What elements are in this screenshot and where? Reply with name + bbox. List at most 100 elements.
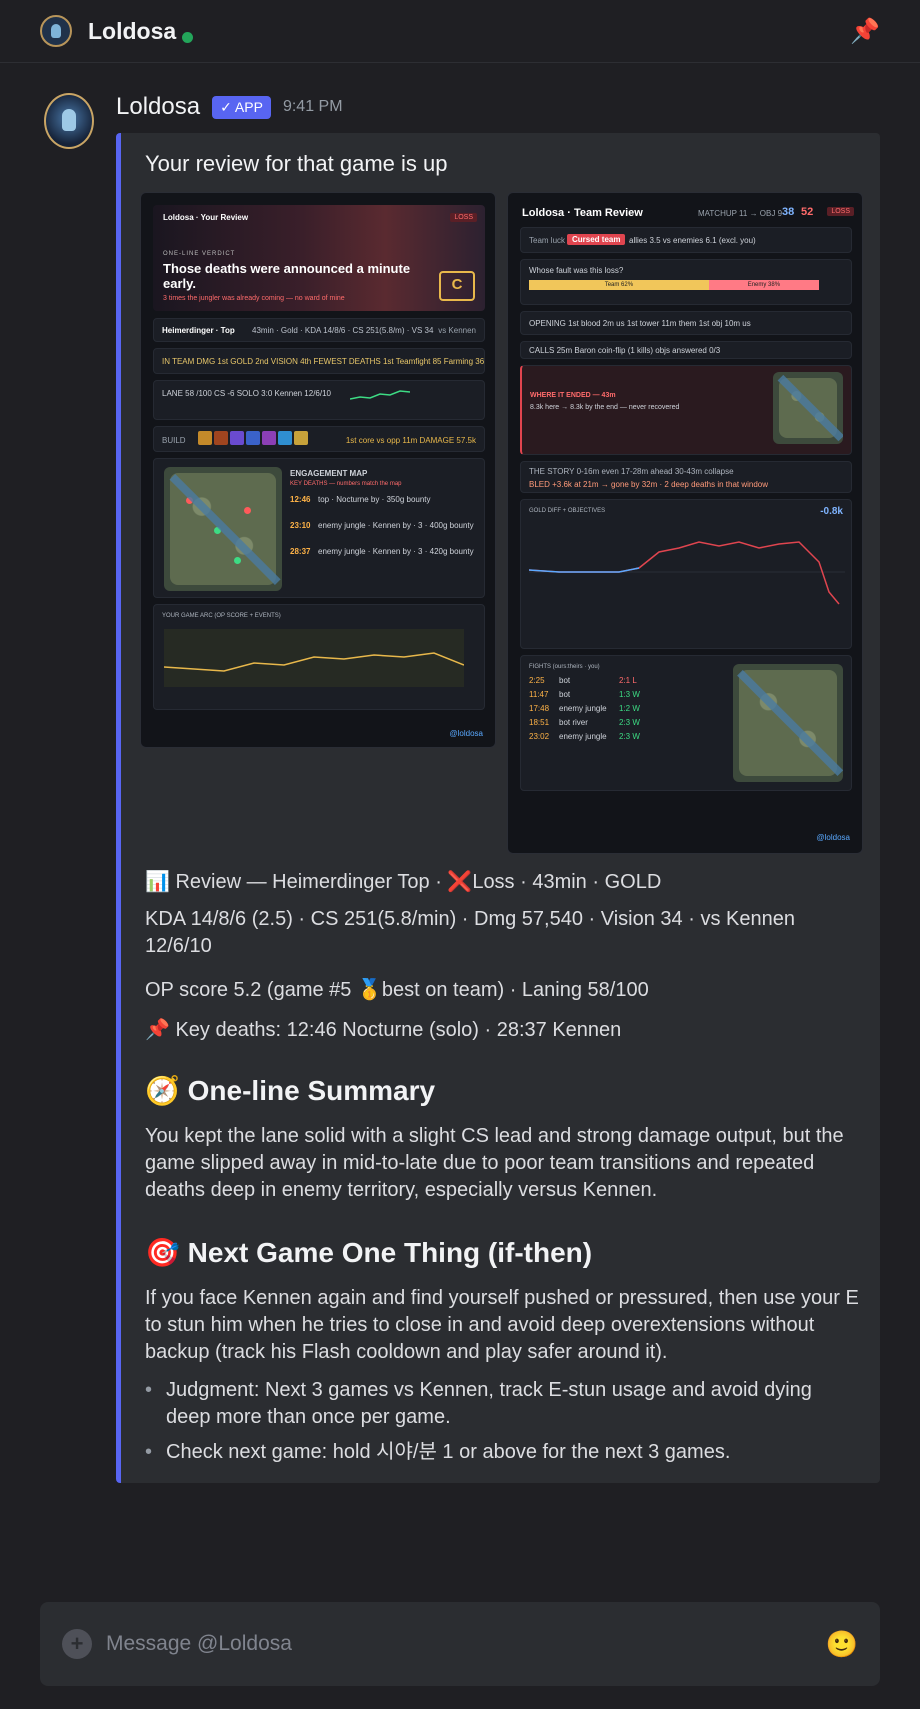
- fault-row: Whose fault was this loss? Team 62% Enem…: [520, 259, 852, 305]
- champ-meta: 43min · Gold · KDA 14/8/6 · CS 251(5.8/m…: [252, 326, 434, 335]
- next-game-text: If you face Kennen again and find yourse…: [145, 1287, 859, 1363]
- story-row: THE STORY 0-16m even 17-28m ahead 30-43m…: [520, 461, 852, 493]
- champ-line: Heimerdinger · Top: [162, 326, 235, 335]
- lane-line: LANE 58 /100 CS -6 SOLO 3:0 Kennen 12/6/…: [162, 389, 331, 398]
- opening-text: OPENING 1st blood 2m us 1st tower 11m th…: [529, 319, 751, 328]
- target-icon: 🎯: [145, 1237, 180, 1268]
- loss-tag: LOSS: [450, 213, 477, 222]
- next-game-heading: 🎯 Next Game One Thing (if-then): [145, 1237, 593, 1268]
- fight-item: 18:51 bot river 2:3 W: [529, 718, 640, 727]
- matchup: MATCHUP 11 → OBJ 9: [698, 209, 783, 218]
- key-deaths-label: KEY DEATHS — numbers match the map: [290, 481, 402, 487]
- fights-list: 2:25 bot 2:1 L 11:47 bot 1:3 W 17:48 enemy ju…: [529, 676, 719, 746]
- team-share-bar: Team 62%: [529, 280, 709, 290]
- item-icon: [294, 431, 308, 445]
- message-composer[interactable]: + Message @Loldosa 🙂: [40, 1602, 880, 1686]
- item-icon: [262, 431, 276, 445]
- fights-title: FIGHTS (ours:theirs · you): [529, 664, 600, 670]
- embed-title: Your review for that game is up: [145, 151, 448, 176]
- item-icon: [246, 431, 260, 445]
- fight-item: 17:48 enemy jungle 1:2 W: [529, 704, 640, 713]
- stats-line-4: 📌 Key deaths: 12:46 Nocturne (solo) · 28…: [145, 1019, 622, 1041]
- gold-value: -0.8k: [820, 506, 843, 517]
- engagement-title: ENGAGEMENT MAP: [290, 469, 368, 478]
- app-badge: ✓ APP: [212, 95, 271, 119]
- verdict-label: ONE-LINE VERDICT: [163, 251, 236, 257]
- bot-avatar-small[interactable]: [40, 15, 72, 47]
- build-label: BUILD: [162, 436, 186, 445]
- author-avatar[interactable]: [44, 93, 94, 149]
- arc-title: YOUR GAME ARC (OP SCORE + EVENTS): [162, 613, 281, 619]
- gold-diff-chart: [529, 541, 845, 605]
- timestamp[interactable]: 9:41 PM: [283, 98, 343, 116]
- channel-title: Loldosa: [88, 17, 177, 44]
- team-rank-row: IN TEAM DMG 1st GOLD 2nd VISION 4th FEWE…: [153, 348, 485, 374]
- score-ours: 38: [782, 206, 795, 218]
- card1-footer: @loldosa: [449, 729, 483, 738]
- team-luck-label: Team luck: [529, 236, 566, 245]
- kill-marker: [214, 527, 221, 534]
- item-icon: [198, 431, 212, 445]
- team-luck-row: Team luck Cursed team allies 3.5 vs enem…: [520, 227, 852, 253]
- cursed-badge: Cursed team: [567, 234, 626, 245]
- fights-map: [733, 664, 843, 782]
- verdict-text: Those deaths were announced a minute ear…: [163, 261, 411, 291]
- emoji-picker-icon[interactable]: 🙂: [826, 1629, 858, 1660]
- review-embed: Your review for that game is up Loldosa …: [116, 133, 880, 1483]
- item-icon: [230, 431, 244, 445]
- lane-row: LANE 58 /100 CS -6 SOLO 3:0 Kennen 12/6/…: [153, 380, 485, 420]
- fault-bar: Team 62% Enemy 38%: [529, 280, 819, 290]
- message-header: Loldosa ✓ APP 9:41 PM: [116, 92, 343, 122]
- card2-footer: @loldosa: [816, 833, 850, 842]
- death-marker: [186, 497, 193, 504]
- where-ended-map: [773, 372, 843, 444]
- fault-question: Whose fault was this loss?: [529, 266, 624, 275]
- luck-text: allies 3.5 vs enemies 6.1 (excl. you): [629, 236, 756, 245]
- fight-item: 23:02 enemy jungle 2:3 W: [529, 732, 640, 741]
- bled-text: BLED +3.6k at 21m → gone by 32m · 2 deep…: [529, 480, 769, 489]
- vs-opponent: vs Kennen: [438, 326, 476, 335]
- team-review-image[interactable]: Loldosa · Team Review MATCHUP 11 → OBJ 9…: [507, 192, 863, 854]
- summary-heading: 🧭 One-line Summary: [145, 1075, 436, 1106]
- opening-row: OPENING 1st blood 2m us 1st tower 11m th…: [520, 311, 852, 335]
- online-status-icon: [182, 31, 194, 43]
- item-icon: [278, 431, 292, 445]
- author-name[interactable]: Loldosa: [116, 93, 200, 121]
- score-theirs: 52: [801, 206, 814, 218]
- build-meta: 1st core vs opp 11m DAMAGE 57.5k: [345, 436, 476, 445]
- grade-badge: C: [439, 271, 475, 301]
- fights-section: FIGHTS (ours:theirs · you) 2:25 bot 2:1 L …: [520, 655, 852, 791]
- judgment-bullet: Judgment: Next 3 games vs Kennen, track …: [145, 1377, 860, 1431]
- compass-icon: 🧭: [145, 1075, 180, 1106]
- calls-row: CALLS 25m Baron coin-flip (1 kills) objs…: [520, 341, 852, 359]
- game-arc-chart: [164, 629, 464, 687]
- check-next-bullet: Check next game: hold 시야/분 1 or above fo…: [145, 1439, 860, 1466]
- add-attachment-button[interactable]: +: [62, 1629, 92, 1659]
- verdict-sub: 3 times the jungler was already coming —…: [163, 295, 345, 302]
- gold-title: GOLD DIFF + OBJECTIVES: [529, 508, 606, 514]
- engagement-map: [164, 467, 282, 591]
- champion-row: Heimerdinger · Top 43min · Gold · KDA 14…: [153, 318, 485, 342]
- calls-text: CALLS 25m Baron coin-flip (1 kills) objs…: [529, 346, 721, 355]
- your-review-image[interactable]: Loldosa · Your Review LOSS ONE-LINE VERD…: [140, 192, 496, 748]
- game-arc-section: YOUR GAME ARC (OP SCORE + EVENTS): [153, 604, 485, 710]
- pin-icon[interactable]: 📌: [850, 17, 880, 46]
- build-items: [198, 431, 308, 445]
- gold-diff-section: GOLD DIFF + OBJECTIVES -0.8k: [520, 499, 852, 649]
- summary-text: You kept the lane solid with a slight CS…: [145, 1125, 844, 1201]
- verdict-hero: Loldosa · Your Review LOSS ONE-LINE VERD…: [153, 205, 485, 311]
- channel-header: Loldosa 📌: [0, 0, 920, 63]
- build-row: BUILD 1st core vs opp 11m DAMAGE 57.5k: [153, 426, 485, 452]
- where-ended-text: 8.3k here → 8.3k by the end — never reco…: [530, 404, 680, 411]
- stats-line-2: KDA 14/8/6 (2.5) · CS 251(5.8/min) · Dmg…: [145, 908, 795, 957]
- stats-line-1: 📊 Review — Heimerdinger Top · ❌Loss · 43…: [145, 871, 662, 893]
- card1-brand: Loldosa · Your Review: [163, 213, 249, 222]
- card2-brand: Loldosa · Team Review: [522, 207, 643, 219]
- item-icon: [214, 431, 228, 445]
- message-input[interactable]: Message @Loldosa: [106, 1632, 292, 1656]
- kill-marker: [234, 557, 241, 564]
- lane-sparkline: [350, 390, 410, 400]
- enemy-share-bar: Enemy 38%: [708, 280, 819, 290]
- fight-item: 11:47 bot 1:3 W: [529, 690, 640, 699]
- team-line: IN TEAM DMG 1st GOLD 2nd VISION 4th FEWE…: [162, 357, 485, 366]
